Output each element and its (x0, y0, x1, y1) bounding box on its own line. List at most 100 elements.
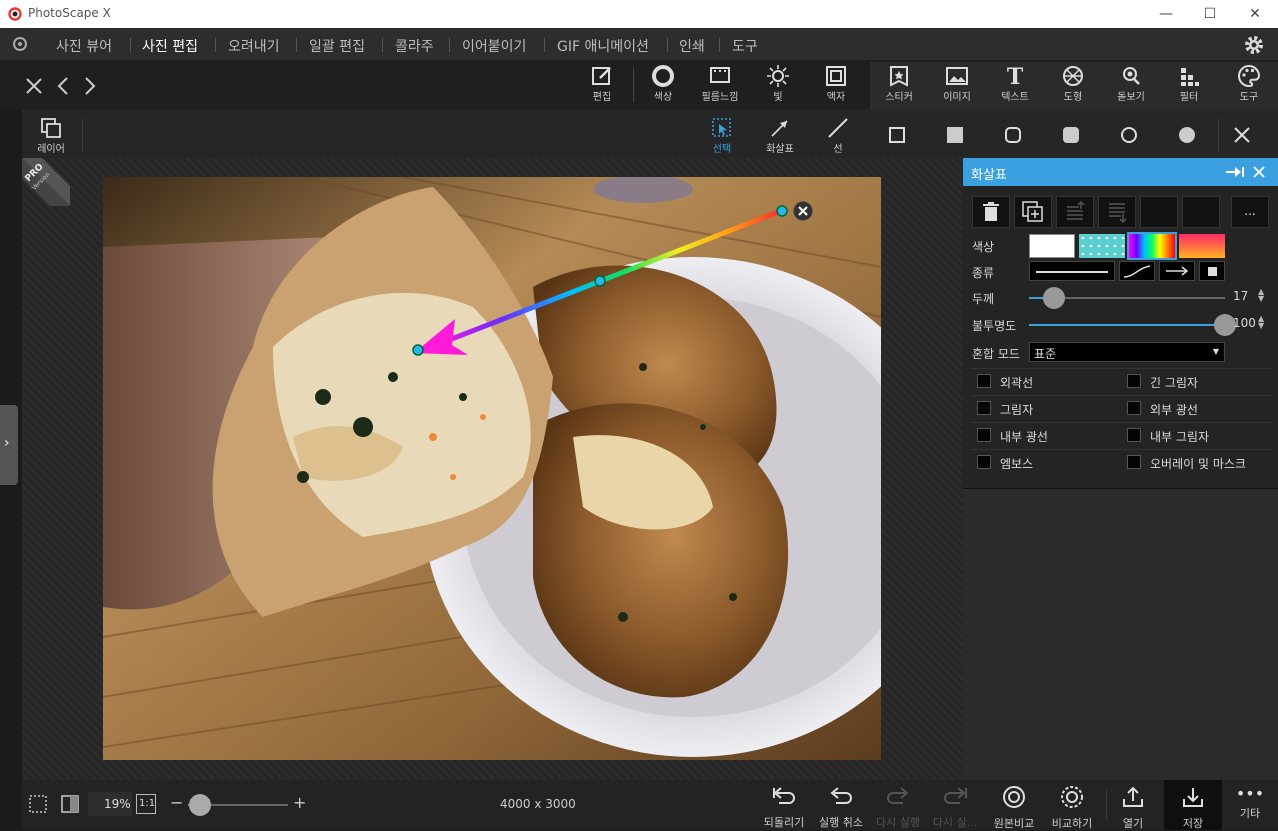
menu-gif[interactable]: GIF 애니메이션 (557, 36, 649, 56)
duplicate-button[interactable] (1014, 196, 1052, 228)
menu-combine[interactable]: 이어붙이기 (462, 36, 526, 56)
overlay-mask-checkbox[interactable] (1127, 455, 1141, 469)
round-rect-outline-tool-icon[interactable] (1004, 126, 1022, 144)
redo-all-button[interactable]: 다시 실... (925, 782, 985, 829)
tool-light[interactable]: 빛 (751, 60, 805, 108)
rect-outline-tool-icon[interactable] (888, 126, 906, 144)
zoom-in-icon[interactable]: + (293, 793, 306, 812)
svg-text:T: T (1007, 64, 1024, 88)
tool-film[interactable]: 필름느낌 (693, 60, 747, 108)
inner-shadow-label: 내부 그림자 (1150, 430, 1210, 444)
menu-collage[interactable]: 콜라주 (395, 36, 434, 56)
zoom-slider-knob[interactable] (189, 794, 211, 816)
next-icon[interactable] (83, 76, 97, 96)
blend-mode-select[interactable]: 표준 ▼ (1029, 342, 1225, 362)
layer-button[interactable]: 레이어 (24, 112, 78, 160)
inner-shadow-checkbox[interactable] (1127, 428, 1141, 442)
film-icon (710, 67, 730, 83)
thickness-slider-knob[interactable] (1043, 287, 1066, 309)
settings-gear-icon[interactable] (1243, 34, 1265, 56)
chevron-right-icon: › (4, 435, 10, 451)
original-compare-button[interactable]: 원본비교 (984, 782, 1044, 830)
long-shadow-checkbox[interactable] (1127, 374, 1141, 388)
minimize-button[interactable]: — (1156, 4, 1176, 24)
shadow-checkbox[interactable] (977, 401, 991, 415)
arrow-tool[interactable]: 화살표 (753, 112, 807, 160)
bottom-bar: 19% 1:1 − + 4000 x 3000 되돌리기 실행 취소 다시 실행… (22, 780, 1278, 830)
save-button[interactable]: 저장 (1163, 782, 1223, 830)
line-style-select[interactable] (1029, 261, 1115, 281)
more-options-button[interactable]: ... (1231, 196, 1269, 228)
compare-button[interactable]: 비교하기 (1042, 782, 1102, 830)
revert-button[interactable]: 되돌리기 (754, 782, 814, 829)
bring-forward-button[interactable] (1056, 196, 1094, 228)
previous-icon[interactable] (56, 76, 70, 96)
select-tool[interactable]: 선택 (695, 112, 749, 160)
menu-bar: 사진 뷰어 사진 편집 오려내기 일괄 편집 콜라주 이어붙이기 GIF 애니메… (0, 28, 1278, 60)
photo-canvas[interactable] (103, 177, 881, 760)
swatch-gradient[interactable] (1179, 234, 1225, 258)
tool-image[interactable]: 이미지 (930, 60, 984, 108)
menu-tools[interactable]: 도구 (732, 36, 758, 56)
tool-edit[interactable]: 편집 (575, 60, 629, 108)
zoom-out-icon[interactable]: − (170, 793, 183, 812)
emboss-checkbox[interactable] (977, 455, 991, 469)
zoom-field[interactable]: 19% (88, 792, 132, 816)
close-window-button[interactable]: ✕ (1245, 4, 1265, 24)
palette-icon (1238, 64, 1261, 87)
undo-button[interactable]: 실행 취소 (811, 782, 871, 829)
more-button[interactable]: ••• 기타 (1220, 782, 1278, 828)
opacity-value[interactable]: 100 (1233, 316, 1256, 330)
panel-close-icon[interactable] (1253, 166, 1265, 178)
color-icon (652, 65, 674, 87)
swatch-pattern[interactable] (1079, 234, 1125, 258)
delete-button[interactable] (972, 196, 1010, 228)
end-style-select[interactable] (1199, 261, 1225, 281)
close-tool-icon[interactable] (1232, 125, 1252, 145)
tool-filter[interactable]: 필터 (1162, 60, 1216, 108)
tool-magnifier[interactable]: 돋보기 (1104, 60, 1158, 108)
ellipse-filled-tool-icon[interactable] (1178, 126, 1196, 144)
line-tool[interactable]: 선 (811, 112, 865, 160)
thickness-spinner[interactable]: ▲ ▼ (1258, 288, 1264, 303)
expand-sidebar-handle[interactable]: › (0, 405, 18, 485)
tool-frame[interactable]: 액자 (809, 60, 863, 108)
opacity-spinner[interactable]: ▲ ▼ (1258, 315, 1264, 330)
send-backward-button[interactable] (1098, 196, 1136, 228)
arrowhead-style-select[interactable] (1159, 261, 1195, 281)
curve-style-select[interactable] (1119, 261, 1155, 281)
emboss-label: 엠보스 (1000, 457, 1034, 471)
ellipse-outline-tool-icon[interactable] (1120, 126, 1138, 144)
tool-sticker[interactable]: 스티커 (872, 60, 926, 108)
menu-photo-viewer[interactable]: 사진 뷰어 (56, 36, 112, 56)
maximize-button[interactable]: ☐ (1200, 4, 1220, 24)
swatch-white[interactable] (1029, 234, 1075, 258)
pin-icon[interactable] (1225, 165, 1245, 179)
swatch-rainbow[interactable] (1127, 232, 1177, 260)
thickness-value[interactable]: 17 (1233, 289, 1248, 303)
open-button[interactable]: 열기 (1103, 782, 1163, 830)
image-icon (946, 67, 968, 85)
menu-batch[interactable]: 일괄 편집 (309, 36, 365, 56)
rect-filled-tool-icon[interactable] (946, 126, 964, 144)
compare-view-icon[interactable] (60, 794, 80, 814)
tool-shape[interactable]: 도형 (1046, 60, 1100, 108)
inner-glow-label: 내부 광선 (1000, 430, 1048, 444)
inner-glow-checkbox[interactable] (977, 428, 991, 442)
menu-cut-out[interactable]: 오려내기 (228, 36, 280, 56)
round-rect-filled-tool-icon[interactable] (1062, 126, 1080, 144)
delete-shape-icon[interactable] (793, 201, 813, 221)
home-icon[interactable] (10, 36, 30, 52)
actual-size-button[interactable]: 1:1 (136, 794, 156, 814)
tool-text[interactable]: T 텍스트 (988, 60, 1042, 108)
outline-checkbox[interactable] (977, 374, 991, 388)
crop-selection-icon[interactable] (28, 794, 48, 814)
close-icon[interactable] (24, 76, 44, 96)
tool-tools[interactable]: 도구 (1222, 60, 1276, 108)
redo-button[interactable]: 다시 실행 (868, 782, 928, 829)
outer-glow-checkbox[interactable] (1127, 401, 1141, 415)
menu-photo-editor[interactable]: 사진 편집 (142, 36, 198, 56)
empty-slot-1 (1140, 196, 1178, 228)
tool-color[interactable]: 색상 (636, 60, 690, 108)
menu-print[interactable]: 인쇄 (679, 36, 705, 56)
